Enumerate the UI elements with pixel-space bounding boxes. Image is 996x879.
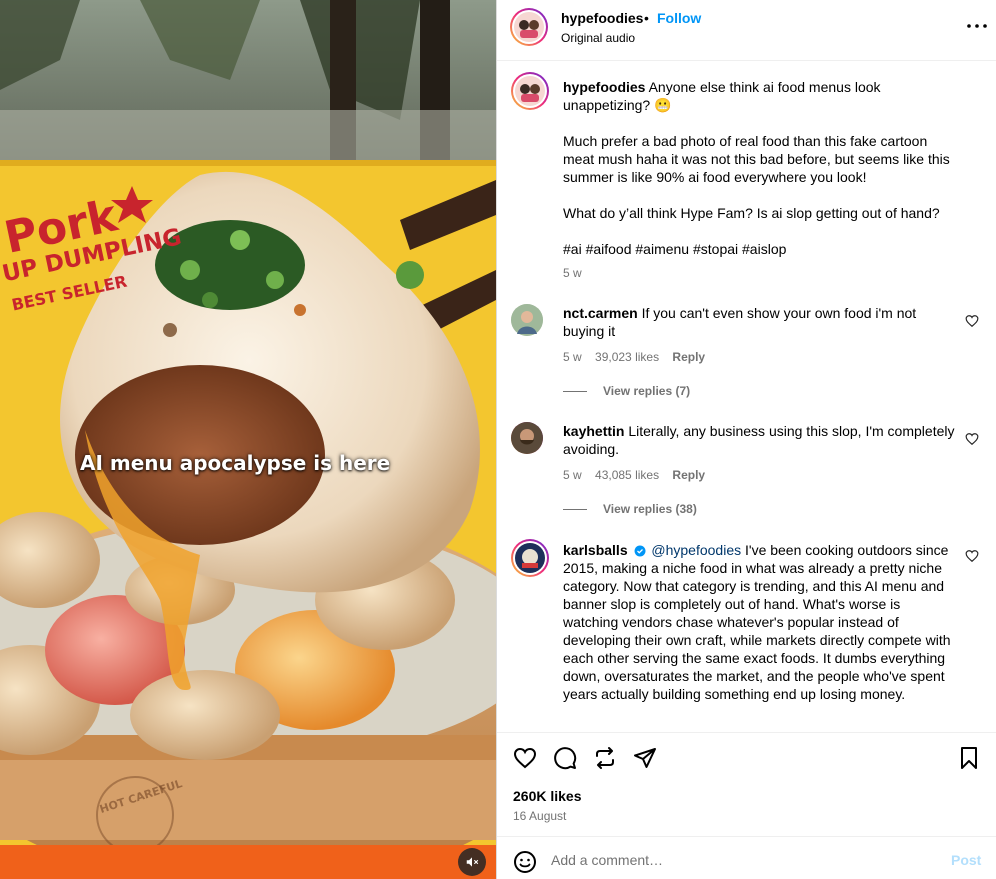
heart-icon[interactable] xyxy=(513,746,537,770)
replies-divider xyxy=(563,390,587,392)
profile-picture xyxy=(514,12,544,42)
comment-username[interactable]: karlsballs xyxy=(563,542,628,558)
video-overlay-text: AI menu apocalypse is here xyxy=(80,451,391,475)
comment-meta: 5 w 43,085 likes Reply xyxy=(563,468,715,482)
audio-label[interactable]: Original audio xyxy=(561,31,635,45)
caption-para2: Much prefer a bad photo of real food tha… xyxy=(563,133,950,185)
avatar[interactable] xyxy=(510,8,548,46)
caption-time: 5 w xyxy=(563,266,582,280)
caption-text: hypefoodies Anyone else think ai food me… xyxy=(563,78,955,114)
emoji-icon[interactable] xyxy=(513,850,537,874)
comments-list[interactable]: hypefoodies Anyone else think ai food me… xyxy=(497,62,996,732)
separator-dot: • xyxy=(644,10,649,26)
reply-button[interactable]: Reply xyxy=(672,350,705,364)
avatar[interactable] xyxy=(511,539,549,577)
view-replies-label: View replies (7) xyxy=(603,384,691,398)
comment-text: karlsballs @hypefoodies I've been cookin… xyxy=(563,541,955,703)
comment-item: kayhettin Literally, any business using … xyxy=(511,422,991,522)
follow-button[interactable]: Follow xyxy=(657,10,701,26)
comment-username[interactable]: nct.carmen xyxy=(563,305,638,321)
verified-badge-icon xyxy=(634,545,645,557)
comment-item: nct.carmen If you can't even show your o… xyxy=(511,304,991,404)
comment-mention[interactable]: @hypefoodies xyxy=(651,542,741,558)
post-media[interactable]: Pork UP DUMPLING BEST SELLER HOT CAREFUL… xyxy=(0,0,496,879)
repost-icon[interactable] xyxy=(593,746,617,770)
post-author-username[interactable]: hypefoodies xyxy=(561,10,643,26)
comment-time: 5 w xyxy=(563,350,582,364)
profile-picture xyxy=(511,304,543,336)
view-replies-button[interactable]: View replies (38) xyxy=(563,502,697,516)
comment-username[interactable]: kayhettin xyxy=(563,423,624,439)
heart-icon[interactable] xyxy=(965,549,979,563)
post-details: hypefoodies • Follow Original audio hype… xyxy=(496,0,996,879)
heart-icon[interactable] xyxy=(965,314,979,328)
avatar[interactable] xyxy=(511,72,549,110)
avatar[interactable] xyxy=(511,304,543,336)
replies-divider xyxy=(563,508,587,510)
caption: hypefoodies Anyone else think ai food me… xyxy=(511,72,991,282)
post-date: 16 August xyxy=(513,809,567,823)
likes-count[interactable]: 260K likes xyxy=(513,788,582,804)
post-header: hypefoodies • Follow Original audio xyxy=(497,0,996,61)
more-horizontal-icon[interactable] xyxy=(965,16,989,36)
comment-likes[interactable]: 43,085 likes xyxy=(595,468,659,482)
avatar[interactable] xyxy=(511,422,543,454)
caption-para3: What do y’all think Hype Fam? Is ai slop… xyxy=(563,205,940,221)
post-actions: 260K likes 16 August xyxy=(497,732,996,836)
comment-likes[interactable]: 39,023 likes xyxy=(595,350,659,364)
bookmark-icon[interactable] xyxy=(957,746,981,770)
comment-body: I've been cooking outdoors since 2015, m… xyxy=(563,542,951,702)
mute-button[interactable] xyxy=(458,848,486,876)
comment-item: karlsballs @hypefoodies I've been cookin… xyxy=(511,539,991,729)
muted-speaker-icon xyxy=(466,857,479,867)
caption-hashtags[interactable]: #ai #aifood #aimenu #stopai #aislop xyxy=(563,240,955,258)
profile-picture xyxy=(515,76,545,106)
send-icon[interactable] xyxy=(633,746,657,770)
heart-icon[interactable] xyxy=(965,432,979,446)
profile-picture xyxy=(511,422,543,454)
post-button[interactable]: Post xyxy=(951,852,981,868)
comment-text: kayhettin Literally, any business using … xyxy=(563,422,955,458)
food-photo xyxy=(0,0,496,879)
view-replies-label: View replies (38) xyxy=(603,502,697,516)
view-replies-button[interactable]: View replies (7) xyxy=(563,384,690,398)
comment-icon[interactable] xyxy=(553,746,577,770)
comment-meta: 5 w 39,023 likes Reply xyxy=(563,350,715,364)
comment-time: 5 w xyxy=(563,468,582,482)
comment-input[interactable] xyxy=(551,849,931,871)
caption-username[interactable]: hypefoodies xyxy=(563,79,645,95)
comment-text: nct.carmen If you can't even show your o… xyxy=(563,304,955,340)
profile-picture xyxy=(515,543,545,573)
reply-button[interactable]: Reply xyxy=(672,468,705,482)
comment-composer: Post xyxy=(497,836,996,879)
